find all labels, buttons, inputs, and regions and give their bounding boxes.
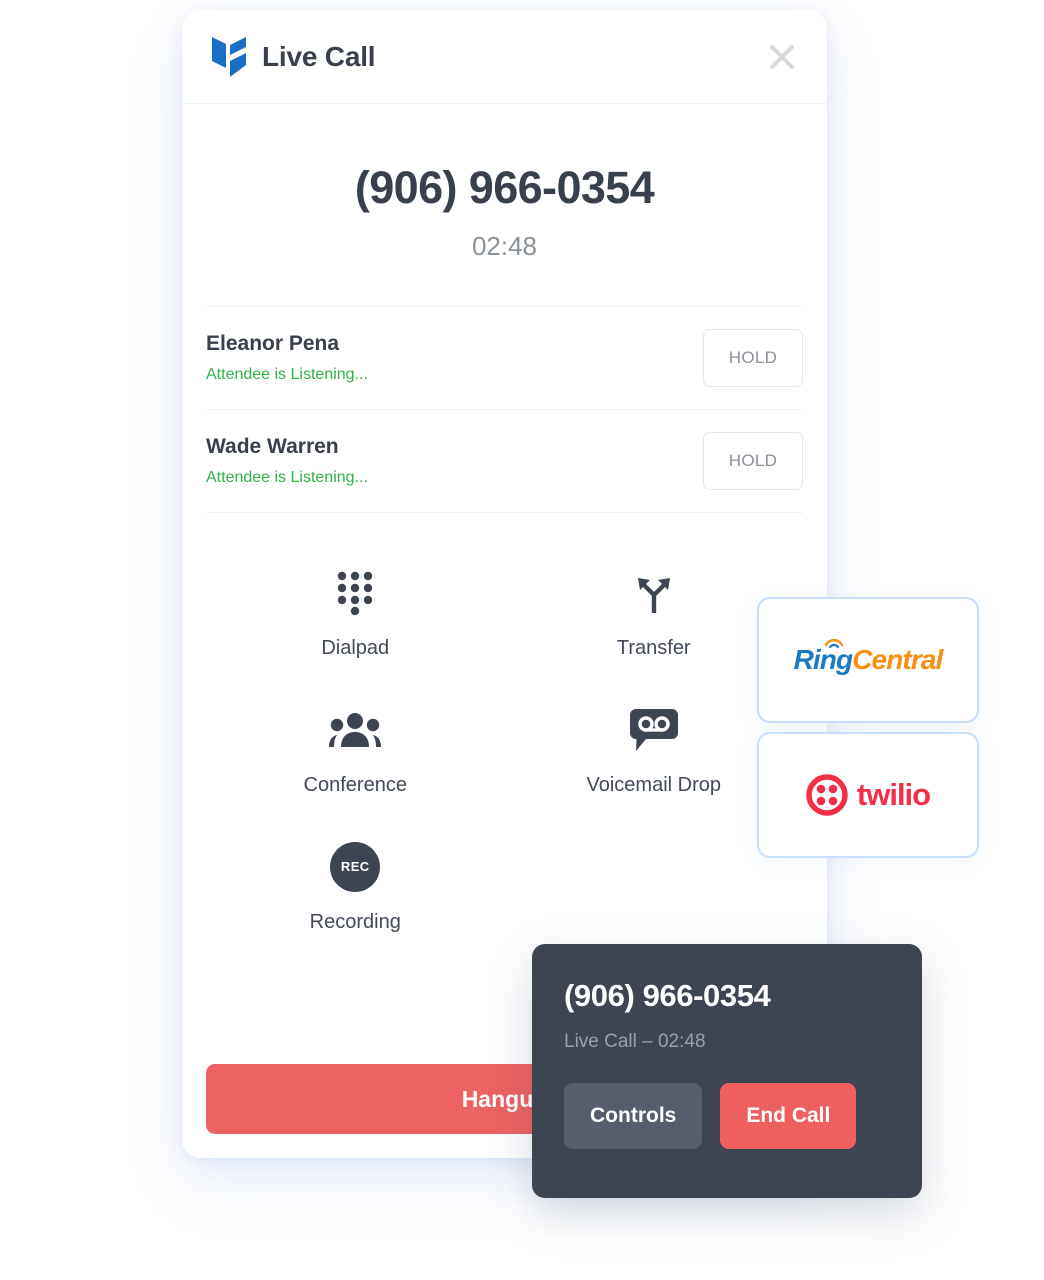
attendee-status: Attendee is Listening... xyxy=(206,469,368,487)
conference-icon xyxy=(329,702,382,758)
ringcentral-logo: RingCentral xyxy=(793,638,943,676)
record-icon: REC xyxy=(330,839,381,895)
call-duration: 02:48 xyxy=(471,230,538,261)
action-label: Dialpad xyxy=(321,636,390,659)
action-label: Voicemail Drop xyxy=(586,773,721,796)
call-actions-grid: Dialpad Transfer Conference Voicemail Dr… xyxy=(182,513,827,934)
attendee-status: Attendee is Listening... xyxy=(206,366,368,384)
list-item: Wade Warren Attendee is Listening... HOL… xyxy=(206,410,803,513)
list-item: Eleanor Pena Attendee is Listening... HO… xyxy=(206,307,803,410)
call-phone-number: (906) 966-0354 xyxy=(354,162,655,213)
overlay-phone-number: (906) 966-0354 xyxy=(564,978,771,1013)
twilio-mark-icon xyxy=(806,774,848,816)
attendee-name: Wade Warren xyxy=(206,434,339,458)
attendee-info: Eleanor Pena Attendee is Listening... xyxy=(206,330,368,386)
twilio-logo: twilio xyxy=(806,774,931,816)
provider-card-twilio[interactable]: twilio xyxy=(757,732,979,858)
action-dialpad[interactable]: Dialpad xyxy=(206,565,505,660)
hold-button[interactable]: HOLD xyxy=(703,431,803,490)
action-label: Conference xyxy=(303,773,407,796)
record-badge-label: REC xyxy=(330,841,381,892)
screenshot-root: Live Call (906) 966-0354 02:48 Eleanor P… xyxy=(0,0,1044,1280)
twilio-wordmark: twilio xyxy=(856,777,931,812)
hold-button[interactable]: HOLD xyxy=(703,328,803,387)
close-icon[interactable] xyxy=(765,40,799,74)
dialpad-icon xyxy=(335,565,375,621)
attendee-list: Eleanor Pena Attendee is Listening... HO… xyxy=(206,305,803,513)
voicemail-icon xyxy=(629,702,678,758)
page-title: Live Call xyxy=(262,40,376,72)
attendee-name: Eleanor Pena xyxy=(206,331,340,355)
leaf-logo-icon xyxy=(212,36,246,77)
action-label: Transfer xyxy=(616,636,691,659)
overlay-subtitle: Live Call – 02:48 xyxy=(564,1031,706,1052)
call-info: (906) 966-0354 02:48 xyxy=(182,104,827,262)
provider-card-ringcentral[interactable]: RingCentral xyxy=(757,597,979,723)
controls-button[interactable]: Controls xyxy=(564,1083,703,1149)
action-label: Recording xyxy=(309,910,401,933)
action-conference[interactable]: Conference xyxy=(206,702,505,797)
transfer-icon xyxy=(632,565,676,621)
overlay-button-row: Controls End Call xyxy=(564,1083,890,1149)
wifi-arc-icon xyxy=(824,638,843,648)
ringcentral-word-ring: Ring xyxy=(793,644,854,675)
call-widget-overlay: (906) 966-0354 Live Call – 02:48 Control… xyxy=(532,944,922,1198)
action-recording[interactable]: REC Recording xyxy=(206,839,505,934)
panel-header: Live Call xyxy=(182,10,827,104)
ringcentral-word-central: Central xyxy=(852,644,943,675)
attendee-info: Wade Warren Attendee is Listening... xyxy=(206,433,368,489)
end-call-button[interactable]: End Call xyxy=(720,1083,857,1149)
